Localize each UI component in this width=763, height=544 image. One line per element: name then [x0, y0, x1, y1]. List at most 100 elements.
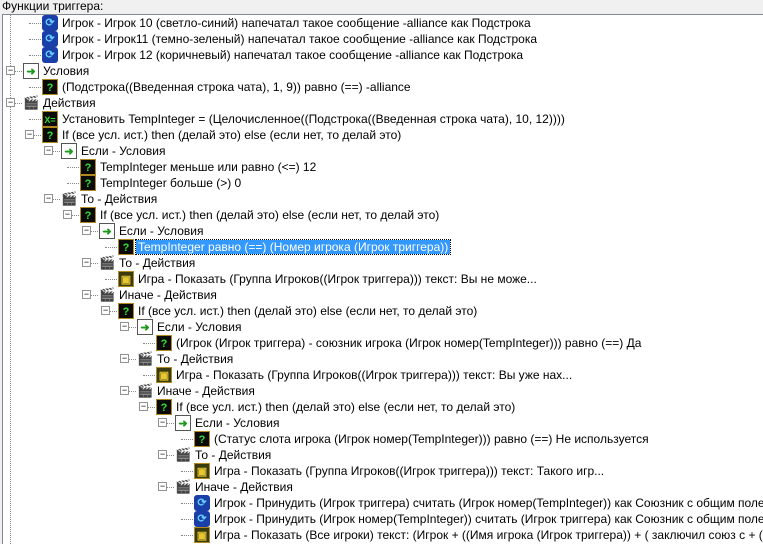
tree-item[interactable]: ? (Подстрока((Введенная строка чата), 1, … — [3, 79, 763, 95]
tree-item[interactable]: ⟳ Игрок - Игрок 10 (светло-синий) напечат… — [3, 15, 763, 31]
tree-item[interactable]: − ➜ Если - Условия — [3, 143, 763, 159]
collapse-toggle[interactable]: − — [120, 386, 129, 395]
tree-item[interactable]: −? If (все усл. ист.) then (делай это) el… — [3, 127, 763, 143]
tree-item-label[interactable]: TempInteger меньше или равно (<=) 12 — [98, 160, 318, 174]
tree-item[interactable]: ⟳ Игрок - Игрок11 (темно-зеленый) напечат… — [3, 31, 763, 47]
condition-folder-icon: ➜ — [99, 223, 115, 239]
tree-item-label[interactable]: Действия — [41, 96, 98, 110]
condition-question-icon: ? — [42, 127, 58, 143]
tree-item[interactable]: −? If (все усл. ист.) then (делай это) el… — [3, 303, 763, 319]
trigger-tree[interactable]: ⟳ Игрок - Игрок 10 (светло-синий) напечат… — [2, 14, 763, 544]
action-folder-icon: 🎬 — [61, 191, 78, 206]
collapse-toggle[interactable]: − — [6, 98, 15, 107]
collapse-toggle[interactable]: − — [82, 226, 91, 235]
tree-item[interactable]: −? If (все усл. ист.) then (делай это) el… — [3, 207, 763, 223]
tree-item-label[interactable]: Если - Условия — [79, 144, 167, 158]
tree-item-label[interactable]: If (все усл. ист.) then (делай это) else… — [60, 128, 403, 142]
collapse-toggle[interactable]: − — [120, 354, 129, 363]
collapse-toggle[interactable]: − — [158, 450, 167, 459]
tree-item[interactable]: − ➜ Условия — [3, 63, 763, 79]
tree-item[interactable]: − 🎬 Действия — [3, 95, 763, 111]
tree-item-label[interactable]: TempInteger равно (==) (Номер игрока (Иг… — [134, 239, 452, 255]
tree-item[interactable]: − 🎬 То - Действия — [3, 351, 763, 367]
tree-item[interactable]: − 🎬 То - Действия — [3, 255, 763, 271]
collapse-toggle[interactable]: − — [158, 418, 167, 427]
condition-question-icon: ? — [118, 239, 134, 255]
tree-item[interactable]: − 🎬 То - Действия — [3, 447, 763, 463]
tree-item[interactable]: − 🎬 То - Действия — [3, 191, 763, 207]
tree-item-label[interactable]: (Подстрока((Введенная строка чата), 1, 9… — [60, 80, 413, 94]
set-variable-icon: X= — [42, 111, 58, 127]
tree-item-label[interactable]: Игра - Показать (Группа Игроков((Игрок т… — [174, 368, 574, 382]
tree-item[interactable]: ? TempInteger равно (==) (Номер игрока (И… — [3, 239, 763, 255]
tree-item[interactable]: − ➜ Если - Условия — [3, 319, 763, 335]
tree-item-label[interactable]: (Статус слота игрока (Игрок номер(TempIn… — [212, 432, 651, 446]
game-message-icon: ▣ — [194, 463, 210, 479]
tree-line — [67, 183, 79, 184]
tree-item-label[interactable]: Игрок - Игрок 12 (коричневый) напечатал … — [60, 48, 525, 62]
tree-item-label[interactable]: То - Действия — [117, 256, 197, 270]
condition-folder-icon: ➜ — [137, 319, 153, 335]
tree-item-label[interactable]: Иначе - Действия — [117, 288, 219, 302]
tree-item-label[interactable]: То - Действия — [79, 192, 159, 206]
tree-item[interactable]: ⟳ Игрок - Принудить (Игрок номер(TempInte… — [3, 511, 763, 527]
tree-item[interactable]: − ➜ Если - Условия — [3, 223, 763, 239]
tree-item-label[interactable]: Если - Условия — [193, 416, 281, 430]
tree-item-label[interactable]: Иначе - Действия — [155, 384, 257, 398]
tree-item-label[interactable]: If (все усл. ист.) then (делай это) else… — [136, 304, 479, 318]
collapse-toggle[interactable]: − — [63, 210, 72, 219]
collapse-toggle[interactable]: − — [82, 290, 91, 299]
tree-item[interactable]: − 🎬 Иначе - Действия — [3, 383, 763, 399]
tree-item[interactable]: ⟳ Игрок - Принудить (Игрок триггера) счит… — [3, 495, 763, 511]
tree-item-label[interactable]: Если - Условия — [155, 320, 243, 334]
tree-item[interactable]: −? If (все усл. ист.) then (делай это) el… — [3, 399, 763, 415]
collapse-toggle[interactable]: − — [25, 130, 34, 139]
tree-item[interactable]: ▣ Игра - Показать (Группа Игроков((Игрок … — [3, 367, 763, 383]
tree-item-label[interactable]: If (все усл. ист.) then (делай это) else… — [98, 208, 441, 222]
tree-item-label[interactable]: Установить TempInteger = (Целочисленное(… — [60, 112, 567, 126]
tree-item-label[interactable]: If (все усл. ист.) then (делай это) else… — [174, 400, 517, 414]
tree-item-label[interactable]: Условия — [41, 64, 91, 78]
condition-question-icon: ? — [80, 159, 96, 175]
tree-item-label[interactable]: TempInteger больше (>) 0 — [98, 176, 243, 190]
collapse-toggle[interactable]: − — [44, 194, 53, 203]
tree-item-label[interactable]: Игрок - Принудить (Игрок триггера) счита… — [212, 496, 763, 510]
collapse-toggle[interactable]: − — [101, 306, 110, 315]
tree-item-label[interactable]: Иначе - Действия — [193, 480, 295, 494]
tree-line — [29, 87, 41, 88]
collapse-toggle[interactable]: − — [158, 482, 167, 491]
condition-question-icon: ? — [156, 399, 172, 415]
condition-question-icon: ? — [42, 79, 58, 95]
collapse-toggle[interactable]: − — [139, 402, 148, 411]
tree-item-label[interactable]: То - Действия — [155, 352, 235, 366]
tree-item-label[interactable]: (Игрок (Игрок триггера) - союзник игрока… — [174, 336, 643, 350]
tree-item[interactable]: ? (Статус слота игрока (Игрок номер(TempI… — [3, 431, 763, 447]
event-icon: ⟳ — [42, 47, 58, 63]
tree-item[interactable]: − ➜ Если - Условия — [3, 415, 763, 431]
tree-item-label[interactable]: Игрок - Игрок 10 (светло-синий) напечата… — [60, 16, 533, 30]
collapse-toggle[interactable]: − — [120, 322, 129, 331]
condition-question-icon: ? — [156, 335, 172, 351]
tree-item-label[interactable]: Игрок - Игрок11 (темно-зеленый) напечата… — [60, 32, 539, 46]
collapse-toggle[interactable]: − — [44, 146, 53, 155]
tree-item[interactable]: ⟳ Игрок - Игрок 12 (коричневый) напечатал… — [3, 47, 763, 63]
tree-item-label[interactable]: Игрок - Принудить (Игрок номер(TempInteg… — [212, 512, 763, 526]
tree-item[interactable]: ▣ Игра - Показать (Все игроки) текст: (Иг… — [3, 527, 763, 543]
tree-item-label[interactable]: Игра - Показать (Группа Игроков((Игрок т… — [136, 272, 539, 286]
tree-line — [181, 519, 193, 520]
tree-item[interactable]: ? (Игрок (Игрок триггера) - союзник игрок… — [3, 335, 763, 351]
tree-item-label[interactable]: То - Действия — [193, 448, 273, 462]
collapse-toggle[interactable]: − — [82, 258, 91, 267]
tree-item-label[interactable]: Если - Условия — [117, 224, 205, 238]
tree-item-label[interactable]: Игра - Показать (Группа Игроков((Игрок т… — [212, 464, 606, 478]
tree-item-label[interactable]: Игра - Показать (Все игроки) текст: (Игр… — [212, 528, 763, 542]
tree-item[interactable]: ? TempInteger больше (>) 0 — [3, 175, 763, 191]
tree-item[interactable]: ? TempInteger меньше или равно (<=) 12 — [3, 159, 763, 175]
tree-item[interactable]: − 🎬 Иначе - Действия — [3, 287, 763, 303]
tree-item[interactable]: X= Установить TempInteger = (Целочисленно… — [3, 111, 763, 127]
collapse-toggle[interactable]: − — [6, 66, 15, 75]
tree-item[interactable]: ▣ Игра - Показать (Группа Игроков((Игрок … — [3, 271, 763, 287]
tree-item[interactable]: − 🎬 Иначе - Действия — [3, 479, 763, 495]
tree-line — [29, 23, 41, 24]
tree-item[interactable]: ▣ Игра - Показать (Группа Игроков((Игрок … — [3, 463, 763, 479]
